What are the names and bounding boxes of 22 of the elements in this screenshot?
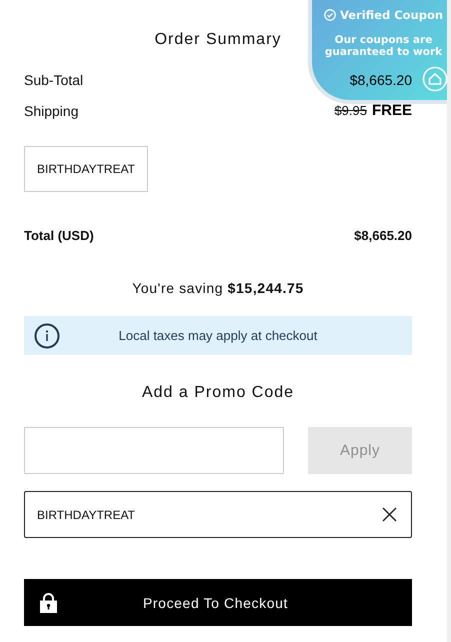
line-label: Shipping [24, 102, 78, 118]
original-price: $9.95 [334, 103, 367, 118]
tax-notice: Local taxes may apply at checkout [24, 316, 412, 355]
savings-text: You're saving $15,244.75 [131, 280, 305, 298]
total-value: $8,665.20 [354, 228, 412, 242]
total-label: Total (USD) [24, 228, 94, 242]
promo-code-input[interactable] [24, 427, 284, 474]
info-icon [34, 322, 60, 348]
badge-title: Verified Coupon [340, 8, 444, 22]
order-summary-title: Order Summary [154, 30, 282, 50]
line-value: FREE [372, 102, 412, 119]
line-label: Sub-Total [24, 72, 84, 88]
promo-code-tag: BIRTHDAYTREAT [24, 146, 148, 192]
applied-code-field[interactable]: BIRTHDAYTREAT [24, 491, 412, 538]
check-circle-icon [324, 9, 336, 21]
checkout-button[interactable]: Proceed To Checkout [24, 579, 412, 626]
home-icon[interactable] [422, 66, 448, 92]
badge-text: Our coupons are guaranteed to work [324, 34, 444, 58]
promo-heading: Add a Promo Code [140, 384, 296, 403]
lock-icon [40, 592, 57, 612]
line-value: $8,665.20 [350, 72, 412, 88]
close-icon[interactable] [382, 507, 397, 522]
